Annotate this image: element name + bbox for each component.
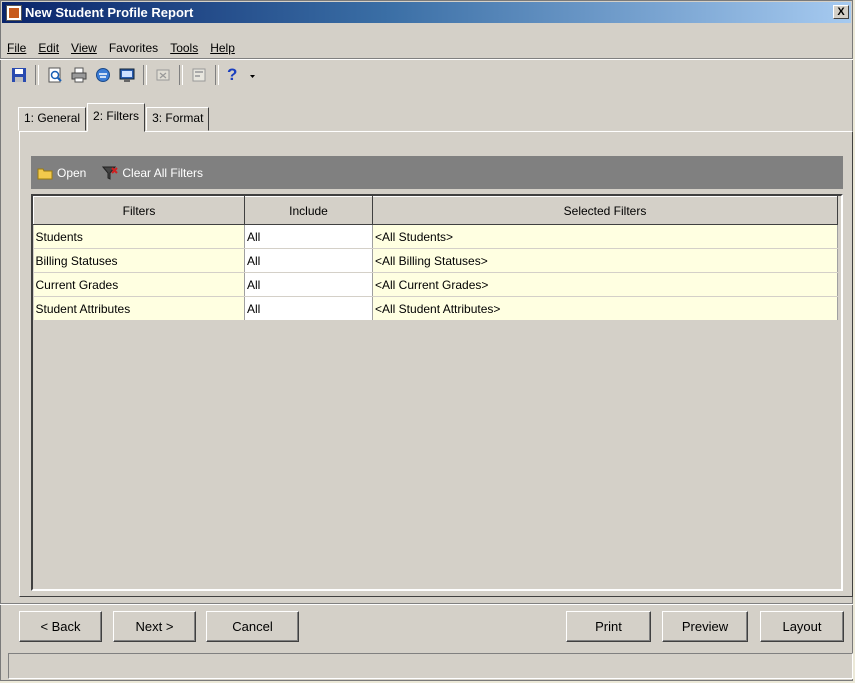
filter-name-cell: Students (33, 224, 245, 249)
delete-icon[interactable] (155, 67, 171, 83)
table-row[interactable]: Students All <All Students> (33, 224, 838, 249)
include-cell[interactable]: All (244, 296, 373, 321)
open-label: Open (57, 165, 87, 180)
filter-name-cell: Current Grades (33, 272, 245, 297)
email-icon[interactable] (95, 67, 111, 83)
toolbar: ? (1, 62, 261, 88)
export-icon[interactable] (119, 67, 135, 83)
filter-name-cell: Student Attributes (33, 296, 245, 321)
clear-filter-icon (102, 166, 119, 180)
menu-edit-label: Edit (38, 41, 60, 55)
clear-all-filters-button[interactable]: Clear All Filters (102, 166, 203, 180)
menu-help[interactable]: Help (204, 41, 241, 55)
menu-divider (0, 58, 853, 60)
menu-view[interactable]: View (65, 41, 103, 55)
print-preview-icon[interactable] (47, 67, 63, 83)
open-button[interactable]: Open (37, 166, 86, 180)
status-bar (8, 653, 853, 679)
help-icon[interactable]: ? (227, 66, 241, 83)
back-button[interactable]: < Back (19, 611, 102, 642)
column-header-filters[interactable]: Filters (33, 196, 245, 225)
table-row[interactable]: Student Attributes All <All Student Attr… (33, 296, 838, 321)
cancel-button[interactable]: Cancel (206, 611, 299, 642)
selected-filters-cell[interactable]: <All Current Grades> (372, 272, 838, 297)
print-button[interactable]: Print (566, 611, 651, 642)
menu-view-label: View (71, 41, 97, 55)
include-cell[interactable]: All (244, 272, 373, 297)
menu-bar: File Edit View Favorites Tools Help (1, 38, 241, 58)
tab-strip: 1: General 2: Filters 3: Format (18, 103, 210, 132)
menu-file[interactable]: File (1, 41, 32, 55)
column-header-selected-filters[interactable]: Selected Filters (372, 196, 838, 225)
filters-table: Filters Include Selected Filters Student… (33, 196, 838, 321)
menu-tools[interactable]: Tools (164, 41, 204, 55)
tab-general[interactable]: 1: General (18, 107, 87, 131)
menu-file-label: File (7, 41, 27, 55)
column-header-include[interactable]: Include (244, 196, 373, 225)
next-button[interactable]: Next > (113, 611, 196, 642)
selected-filters-cell[interactable]: <All Students> (372, 224, 838, 249)
table-header-row: Filters Include Selected Filters (33, 196, 838, 225)
menu-help-label: Help (210, 41, 235, 55)
tab-filters[interactable]: 2: Filters (87, 103, 146, 132)
preview-button[interactable]: Preview (662, 611, 748, 642)
folder-open-icon (37, 166, 53, 180)
menu-edit[interactable]: Edit (32, 41, 65, 55)
toolbar-separator (215, 65, 219, 85)
toolbar-separator (35, 65, 39, 85)
print-icon[interactable] (71, 67, 87, 83)
table-row[interactable]: Current Grades All <All Current Grades> (33, 272, 838, 297)
filter-name-cell: Billing Statuses (33, 248, 245, 273)
table-row[interactable]: Billing Statuses All <All Billing Status… (33, 248, 838, 273)
toolbar-separator (143, 65, 147, 85)
dropdown-arrow-icon[interactable] (249, 67, 257, 83)
close-button[interactable]: X (833, 5, 849, 19)
title-bar: New Student Profile Report X (2, 2, 851, 23)
selected-filters-cell[interactable]: <All Billing Statuses> (372, 248, 838, 273)
tab-format[interactable]: 3: Format (146, 107, 210, 131)
save-icon[interactable] (11, 67, 27, 83)
layout-button[interactable]: Layout (760, 611, 844, 642)
clear-all-filters-label: Clear All Filters (122, 165, 204, 180)
app-icon (6, 4, 22, 21)
filters-grid: Filters Include Selected Filters Student… (31, 194, 843, 591)
selected-filters-cell[interactable]: <All Student Attributes> (372, 296, 838, 321)
filter-toolbar: Open Clear All Filters (31, 156, 843, 189)
button-area-divider (0, 603, 853, 605)
menu-favorites[interactable]: Favorites (103, 41, 164, 55)
properties-icon[interactable] (191, 67, 207, 83)
include-cell[interactable]: All (244, 248, 373, 273)
include-cell[interactable]: All (244, 224, 373, 249)
toolbar-separator (179, 65, 183, 85)
menu-tools-label: Tools (170, 41, 199, 55)
window-title: New Student Profile Report (25, 5, 194, 20)
